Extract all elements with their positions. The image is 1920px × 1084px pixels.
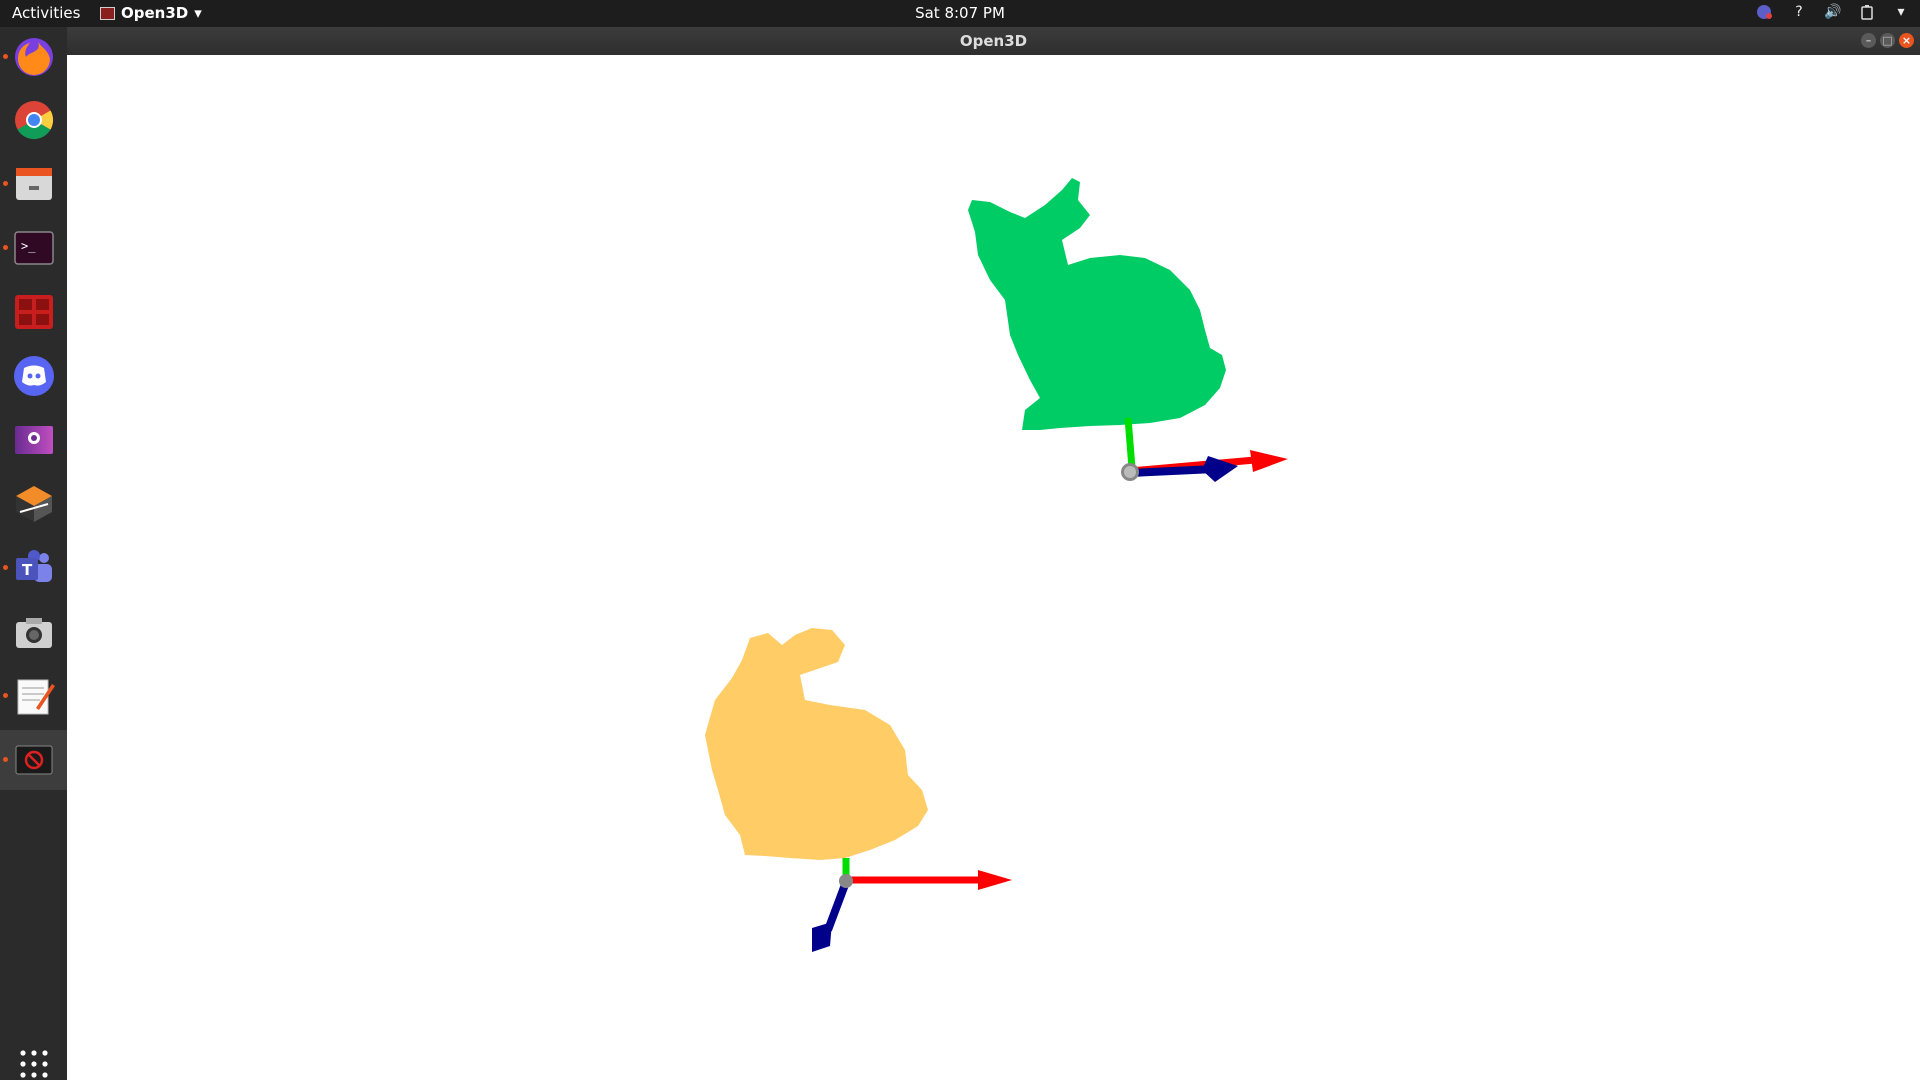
dock-item-chrome[interactable] xyxy=(0,90,67,150)
box-app-icon xyxy=(15,486,52,522)
dock: >_ T xyxy=(0,27,67,1080)
svg-text:T: T xyxy=(22,561,33,579)
dock-item-box-app[interactable] xyxy=(0,474,67,534)
running-indicator xyxy=(3,565,8,570)
dock-item-discord[interactable] xyxy=(0,346,67,406)
chrome-icon xyxy=(14,101,53,140)
app-menu-label: Open3D xyxy=(121,4,189,22)
running-indicator xyxy=(3,245,8,250)
dock-item-camera[interactable] xyxy=(0,602,67,662)
running-indicator xyxy=(3,54,8,59)
help-icon[interactable]: ? xyxy=(1790,3,1808,21)
app-red-icon xyxy=(14,295,53,329)
coordinate-frame-orange xyxy=(812,858,1012,952)
chevron-down-icon: ▾ xyxy=(194,4,202,22)
video-app-icon xyxy=(14,426,53,454)
dock-item-red-app[interactable] xyxy=(0,282,67,342)
app-menu[interactable]: Open3D ▾ xyxy=(100,4,202,22)
maximize-button[interactable]: □ xyxy=(1880,33,1895,48)
camera-icon xyxy=(15,618,52,648)
clock[interactable]: Sat 8:07 PM xyxy=(915,4,1005,22)
running-indicator xyxy=(3,693,8,698)
bunny-green xyxy=(968,178,1226,430)
coordinate-frame-green xyxy=(1121,417,1288,482)
teams-icon: T xyxy=(15,550,52,582)
system-menu-chevron-icon[interactable]: ▾ xyxy=(1892,3,1910,21)
top-bar: Activities Open3D ▾ Sat 8:07 PM ? 🔊 ▾ xyxy=(0,0,1920,27)
text-editor-icon xyxy=(17,679,55,715)
running-indicator xyxy=(3,181,8,186)
system-tray: ? 🔊 ▾ xyxy=(1756,3,1910,21)
dock-item-terminal[interactable]: >_ xyxy=(0,218,67,278)
show-applications-button[interactable] xyxy=(0,1044,67,1084)
scene-canvas[interactable] xyxy=(67,55,1920,1080)
discord-icon xyxy=(13,356,54,396)
firefox-icon xyxy=(14,38,53,76)
show-applications-icon xyxy=(19,1050,48,1078)
svg-text:>_: >_ xyxy=(21,239,36,253)
window-titlebar[interactable]: Open3D – □ × xyxy=(67,27,1920,55)
open3d-icon xyxy=(15,745,52,775)
close-button[interactable]: × xyxy=(1899,33,1914,48)
battery-icon[interactable] xyxy=(1858,3,1876,21)
dock-item-files[interactable] xyxy=(0,154,67,214)
window-title: Open3D xyxy=(959,32,1028,50)
dock-item-teams[interactable]: T xyxy=(0,538,67,598)
teams-notification-icon[interactable] xyxy=(1756,3,1774,21)
dock-item-video-app[interactable] xyxy=(0,410,67,470)
open3d-viewport[interactable] xyxy=(67,55,1920,1080)
minimize-button[interactable]: – xyxy=(1861,33,1876,48)
terminal-icon: >_ xyxy=(13,231,54,265)
dock-item-open3d[interactable] xyxy=(0,730,67,790)
dock-item-firefox[interactable] xyxy=(0,27,67,87)
dock-item-text-editor[interactable] xyxy=(0,666,67,726)
files-icon xyxy=(15,168,52,200)
volume-icon[interactable]: 🔊 xyxy=(1824,3,1842,21)
activities-button[interactable]: Activities xyxy=(12,4,80,22)
bunny-orange xyxy=(705,628,928,860)
running-indicator xyxy=(3,757,8,762)
open3d-app-icon xyxy=(100,6,115,20)
